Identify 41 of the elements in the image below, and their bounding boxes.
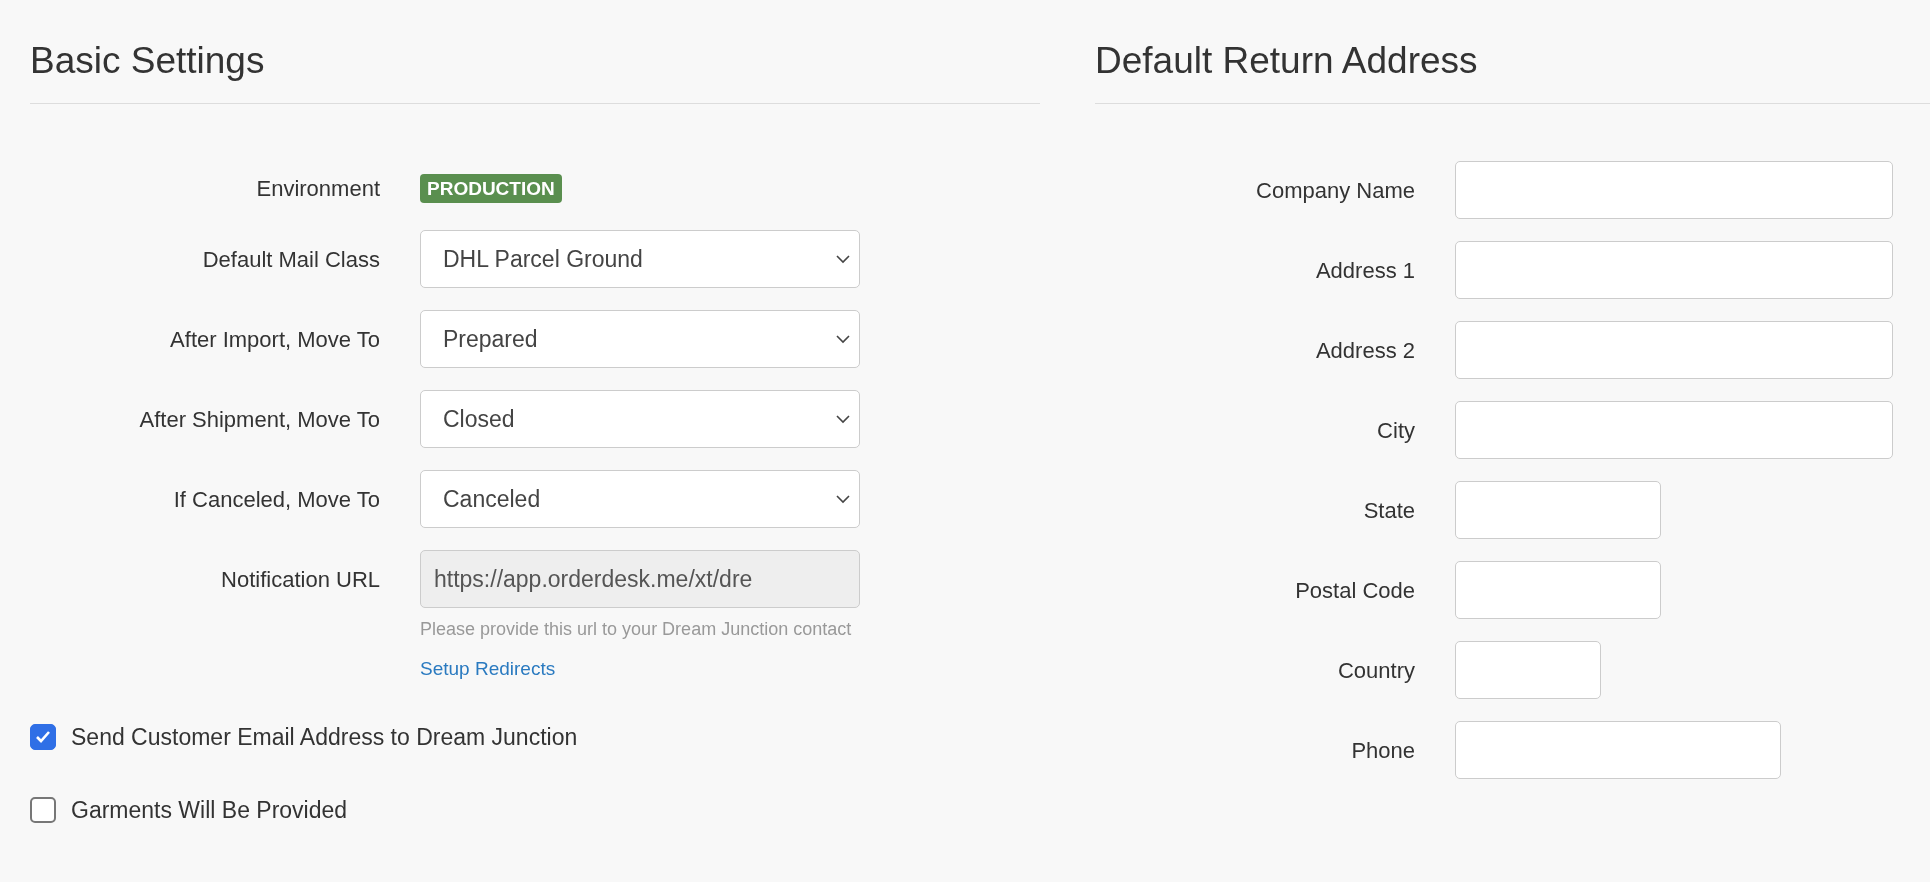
field-label: Company Name xyxy=(1255,176,1415,205)
field-label: Phone xyxy=(1350,736,1415,765)
field-label: Country xyxy=(1336,656,1415,685)
checkmark-icon xyxy=(35,729,51,744)
field-label: Environment xyxy=(255,174,380,203)
text-field[interactable] xyxy=(1455,321,1893,379)
field-label: Default Mail Class xyxy=(201,245,380,274)
field-label: Address 1 xyxy=(1314,256,1415,285)
select-field[interactable]: Prepared xyxy=(420,310,860,368)
text-field[interactable] xyxy=(1455,401,1893,459)
checkbox-label: Garments Will Be Provided xyxy=(71,796,348,825)
chevron-down-icon xyxy=(835,254,851,264)
checkbox-label: Send Customer Email Address to Dream Junction xyxy=(71,722,578,752)
select-field[interactable]: DHL Parcel Ground xyxy=(420,230,860,288)
field-label: City xyxy=(1376,416,1415,445)
chevron-down-icon xyxy=(835,334,851,344)
text-field[interactable] xyxy=(1455,641,1601,699)
text-field[interactable] xyxy=(1455,561,1661,619)
section-title: Default Return Address xyxy=(1095,42,1479,83)
checkbox[interactable] xyxy=(30,723,56,750)
text-field[interactable] xyxy=(1455,241,1893,299)
text-field[interactable] xyxy=(1455,721,1781,779)
chevron-down-icon xyxy=(835,414,851,424)
text-field[interactable] xyxy=(1455,481,1661,539)
field-label: State xyxy=(1362,496,1415,525)
select-field[interactable]: Closed xyxy=(420,390,860,448)
field-label: Postal Code xyxy=(1294,576,1415,605)
environment-badge: PRODUCTION xyxy=(420,173,562,203)
field-label: Address 2 xyxy=(1314,336,1415,365)
field-label: After Import, Move To xyxy=(169,325,380,354)
setup-redirects-link[interactable]: Setup Redirects xyxy=(420,655,556,684)
url-field[interactable]: https://app.orderdesk.me/xt/dre xyxy=(420,550,860,608)
select-field[interactable]: Canceled xyxy=(420,470,860,528)
checkbox[interactable] xyxy=(30,797,56,824)
field-label: If Canceled, Move To xyxy=(172,485,380,514)
field-label: After Shipment, Move To xyxy=(138,405,380,434)
section-title: Basic Settings xyxy=(30,42,266,83)
chevron-down-icon xyxy=(835,494,851,504)
text-field[interactable] xyxy=(1455,161,1893,219)
field-label: Notification URL xyxy=(220,566,380,594)
help-text: Please provide this url to your Dream Junction contact xyxy=(420,618,853,641)
